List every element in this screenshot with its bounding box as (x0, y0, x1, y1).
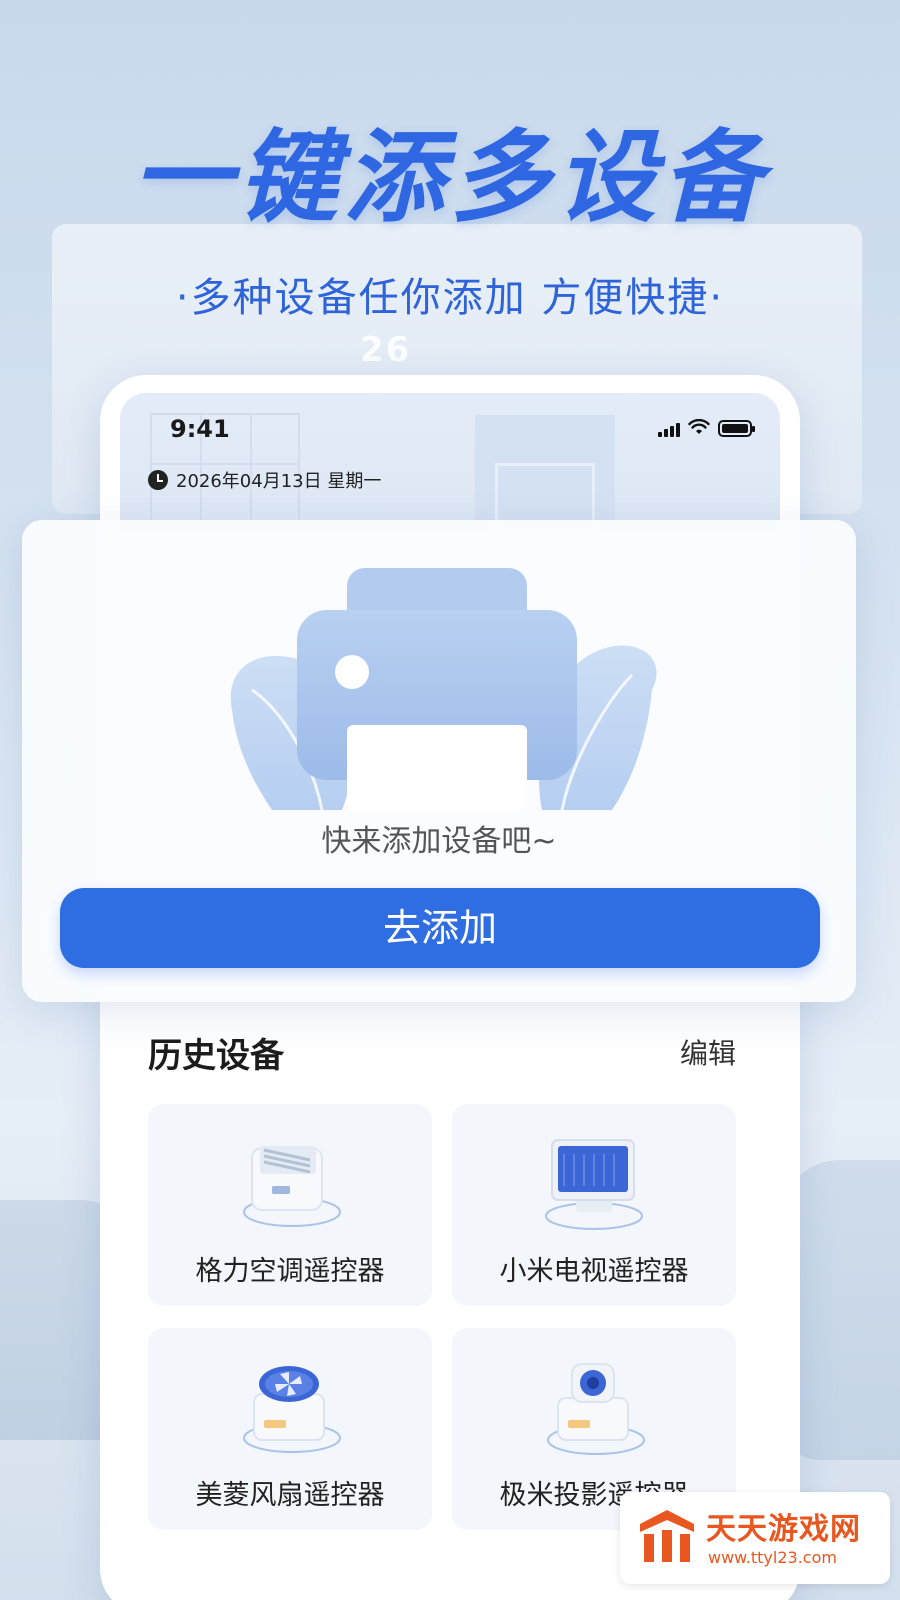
device-card-air-conditioner[interactable]: 格力空调遥控器 (148, 1104, 432, 1306)
signal-icon (658, 421, 680, 437)
watermark-logo-icon (640, 1510, 694, 1562)
promo-headline: 一键添多设备 (132, 119, 768, 236)
site-watermark: 天天游戏网 www.ttyl23.com (620, 1492, 890, 1584)
add-device-card: 快来添加设备吧~ 去添加 (22, 520, 856, 1002)
device-label: 美菱风扇遥控器 (195, 1480, 385, 1511)
empty-device-illustration (230, 568, 657, 810)
promo-subline: ·多种设备任你添加 方便快捷· (175, 275, 725, 321)
device-card-tv[interactable]: 小米电视遥控器 (452, 1104, 736, 1306)
history-devices-title: 历史设备 (148, 1036, 284, 1076)
status-bar-time: 9:41 (170, 415, 230, 443)
air-conditioner-icon (243, 1146, 341, 1227)
device-label: 小米电视遥控器 (499, 1256, 689, 1287)
watermark-url: www.ttyl23.com (708, 1548, 837, 1567)
device-label: 格力空调遥控器 (195, 1256, 385, 1287)
battery-icon (718, 420, 755, 437)
history-edit-button[interactable]: 编辑 (680, 1032, 736, 1072)
status-date: 2026年04月13日 星期一 (176, 471, 382, 492)
add-device-hint: 快来添加设备吧~ (321, 824, 557, 859)
watermark-name: 天天游戏网 (706, 1512, 861, 1547)
phone-header-background (120, 393, 780, 533)
clock-icon (148, 470, 168, 490)
date-row: 2026年04月13日 星期一 (148, 467, 381, 493)
background-temperature-display: 26 (360, 330, 412, 370)
device-card-fan[interactable]: 美菱风扇遥控器 (148, 1328, 432, 1530)
status-bar-icons (658, 418, 755, 438)
projector-icon (547, 1363, 645, 1455)
tv-icon (545, 1139, 643, 1230)
add-device-button[interactable]: 去添加 (60, 888, 820, 968)
wifi-icon (688, 418, 710, 438)
fan-icon (243, 1366, 341, 1453)
